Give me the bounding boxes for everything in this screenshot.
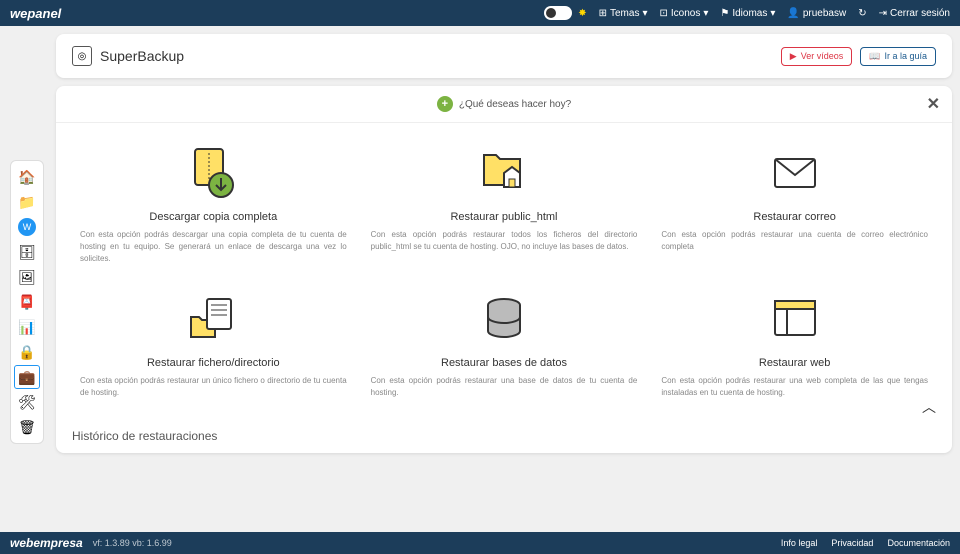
play-icon: ▶ [790, 51, 797, 62]
option-restore-mail[interactable]: Restaurar correo Con esta opción podrás … [661, 143, 928, 265]
docs-link[interactable]: Documentación [887, 538, 950, 548]
page-title: SuperBackup [100, 48, 184, 64]
home-icon[interactable]: 🏠 [14, 165, 40, 189]
wordpress-icon[interactable]: W [14, 215, 40, 239]
close-icon[interactable]: ✕ [927, 94, 940, 114]
superbackup-icon: ◎ [72, 46, 92, 66]
option-restore-file[interactable]: Restaurar fichero/directorio Con esta op… [80, 289, 347, 399]
image-icon[interactable]: 🖼 [14, 265, 40, 289]
footer-brand: webempresa [10, 536, 83, 550]
stats-icon[interactable]: 📊 [14, 315, 40, 339]
history-title: Histórico de restauraciones [56, 419, 952, 453]
guide-button[interactable]: 📖Ir a la guía [860, 47, 936, 66]
plus-icon: + [437, 96, 453, 112]
refresh-button[interactable]: ↻ [858, 8, 866, 19]
top-bar: wepanel ✸ ⊞Temas▾ ⊡Iconos▾ ⚑Idiomas▾ 👤pr… [0, 0, 960, 26]
themes-menu[interactable]: ⊞Temas▾ [599, 8, 648, 19]
brand-logo: wepanel [10, 6, 61, 21]
option-download-full[interactable]: Descargar copia completa Con esta opción… [80, 143, 347, 265]
book-icon: 📖 [869, 51, 880, 62]
languages-menu[interactable]: ⚑Idiomas▾ [720, 8, 775, 19]
legal-link[interactable]: Info legal [781, 538, 818, 548]
privacy-link[interactable]: Privacidad [831, 538, 873, 548]
database-icon[interactable]: 🗄 [14, 240, 40, 264]
sidebar: 🏠 📁 W 🗄 🖼 📮 📊 🔒 💼 🛠 🗑 [10, 160, 44, 444]
options-grid: Descargar copia completa Con esta opción… [56, 123, 952, 419]
option-restore-db[interactable]: Restaurar bases de datos Con esta opción… [371, 289, 638, 399]
option-restore-web[interactable]: Restaurar web Con esta opción podrás res… [661, 289, 928, 399]
chevron-up-icon[interactable]: ︿ [922, 397, 936, 417]
title-card: ◎ SuperBackup ▶Ver vídeos 📖Ir a la guía [56, 34, 952, 78]
prompt-bar: + ¿Qué deseas hacer hoy? ✕ [56, 86, 952, 123]
lock-icon[interactable]: 🔒 [14, 340, 40, 364]
trash-icon[interactable]: 🗑 [14, 415, 40, 439]
tools-icon[interactable]: 🛠 [14, 390, 40, 414]
backup-icon[interactable]: 💼 [14, 365, 40, 389]
main-card: + ¿Qué deseas hacer hoy? ✕ Descargar cop… [56, 86, 952, 453]
gear-icon[interactable]: ✸ [578, 8, 586, 19]
mail-icon[interactable]: 📮 [14, 290, 40, 314]
dark-mode-toggle[interactable] [544, 6, 572, 20]
logout-button[interactable]: ⇥Cerrar sesión [879, 8, 950, 19]
footer: webempresa vf: 1.3.89 vb: 1.6.99 Info le… [0, 532, 960, 554]
folder-icon[interactable]: 📁 [14, 190, 40, 214]
user-menu[interactable]: 👤pruebasw [787, 8, 846, 19]
videos-button[interactable]: ▶Ver vídeos [781, 47, 852, 66]
icons-menu[interactable]: ⊡Iconos▾ [659, 8, 708, 19]
version-text: vf: 1.3.89 vb: 1.6.99 [93, 538, 172, 548]
option-restore-html[interactable]: Restaurar public_html Con esta opción po… [371, 143, 638, 265]
